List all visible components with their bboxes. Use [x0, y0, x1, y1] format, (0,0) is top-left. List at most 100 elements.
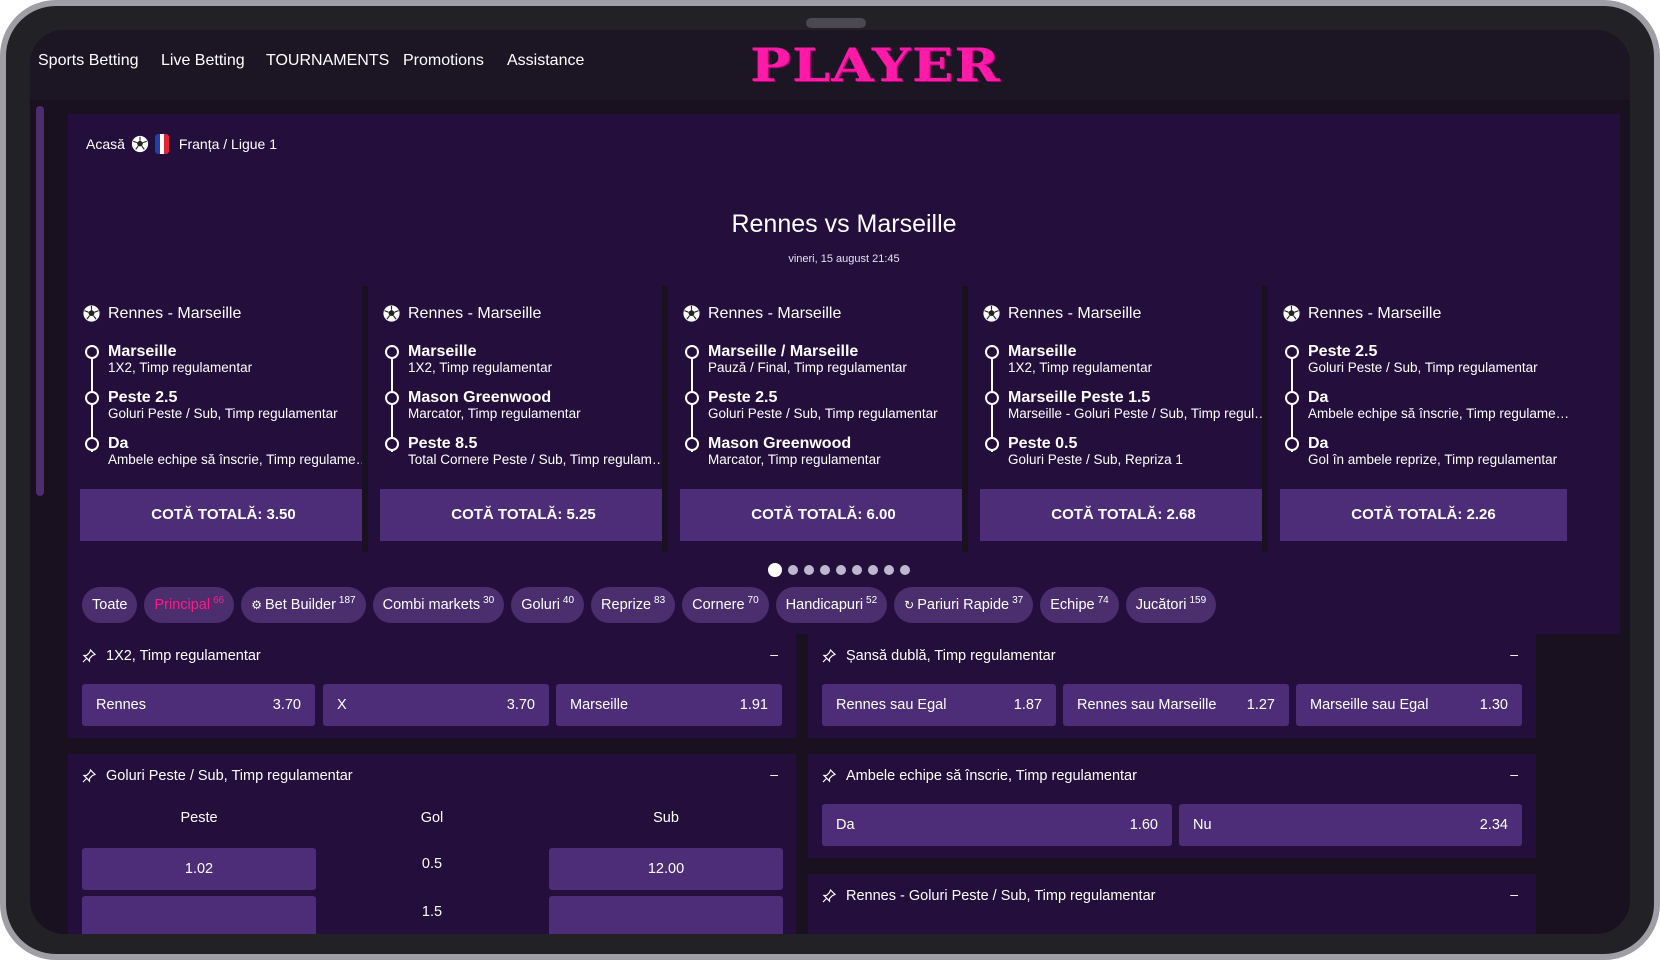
odd-button[interactable]: Rennes 3.70: [82, 684, 315, 726]
total-odds-button[interactable]: COTĂ TOTALĂ: 2.68: [980, 489, 1267, 541]
bet-slip-card[interactable]: Rennes - Marseille Marseille 1X2, Timp reg…: [68, 286, 378, 552]
selection-market: Ambele echipe să înscrie, Timp regulamen…: [1308, 406, 1570, 421]
odd-button[interactable]: Da 1.60: [822, 804, 1172, 846]
nav-assistance[interactable]: Assistance: [507, 52, 584, 70]
market-both-teams-score: Ambele echipe să înscrie, Timp regulamen…: [808, 754, 1536, 858]
selection-market: Goluri Peste / Sub, Repriza 1: [1008, 452, 1183, 467]
selection-market: Marcator, Timp regulamentar: [708, 452, 881, 467]
filter-count: 74: [1097, 594, 1109, 606]
odd-button[interactable]: Nu 2.34: [1179, 804, 1522, 846]
carousel-dot[interactable]: [900, 565, 910, 575]
filter-label: Cornere: [692, 597, 745, 613]
odd-value: 1.87: [1013, 697, 1042, 713]
france-flag-icon: [154, 134, 169, 154]
timeline-dot: [385, 437, 399, 451]
carousel-dot[interactable]: [804, 565, 814, 575]
selection-title: Da: [1308, 390, 1329, 406]
odd-button[interactable]: Marseille 1.91: [556, 684, 782, 726]
filter-tab-echipe[interactable]: Echipe 74: [1040, 587, 1119, 623]
market-title: 1X2, Timp regulamentar: [106, 648, 261, 664]
odd-button[interactable]: Rennes sau Marseille 1.27: [1063, 684, 1289, 726]
timeline-dot: [85, 437, 99, 451]
odd-button[interactable]: Marseille sau Egal 1.30: [1296, 684, 1522, 726]
odd-button-under[interactable]: [549, 896, 783, 934]
carousel-dot[interactable]: [868, 565, 878, 575]
match-title: Rennes vs Marseille: [731, 210, 957, 238]
carousel-dot[interactable]: [884, 565, 894, 575]
nav-sports-betting[interactable]: Sports Betting: [38, 52, 139, 70]
market-header[interactable]: Rennes - Goluri Peste / Sub, Timp regula…: [822, 888, 1155, 904]
carousel-dot[interactable]: [768, 563, 782, 577]
carousel-dot[interactable]: [852, 565, 862, 575]
slip-selection: Mason Greenwood Marcator, Timp regulament…: [708, 436, 970, 467]
bet-slip-card[interactable]: Rennes - Marseille Marseille / Marseille P…: [668, 286, 978, 552]
selection-market: Goluri Peste / Sub, Timp regulamentar: [708, 406, 938, 421]
bet-slip-card[interactable]: Rennes - Marseille Peste 2.5 Goluri Peste …: [1268, 286, 1578, 552]
selection-market: Goluri Peste / Sub, Timp regulamentar: [108, 406, 338, 421]
collapse-icon[interactable]: –: [770, 646, 778, 662]
odd-button[interactable]: Rennes sau Egal 1.87: [822, 684, 1056, 726]
timeline-dot: [385, 391, 399, 405]
filter-tab-handicapuri[interactable]: Handicapuri 52: [775, 587, 888, 623]
market-header[interactable]: 1X2, Timp regulamentar: [82, 648, 261, 664]
breadcrumb-home[interactable]: Acasă: [86, 136, 125, 152]
filter-tab-pariuri-rapide[interactable]: ↻ Pariuri Rapide 37: [894, 587, 1034, 623]
slip-selection: Da Gol în ambele reprize, Timp regulament…: [1308, 436, 1570, 467]
total-odds-button[interactable]: COTĂ TOTALĂ: 2.26: [1280, 489, 1567, 541]
sidebar-scroll-indicator[interactable]: [36, 106, 44, 496]
market-header[interactable]: Ambele echipe să înscrie, Timp regulamen…: [822, 768, 1137, 784]
filter-tab-principal[interactable]: Principal 66: [144, 587, 235, 623]
bet-slip-card[interactable]: Rennes - Marseille Marseille 1X2, Timp reg…: [968, 286, 1278, 552]
total-odds-button[interactable]: COTĂ TOTALĂ: 3.50: [80, 489, 367, 541]
odd-button-over[interactable]: 1.02: [82, 848, 316, 890]
selection-title: Mason Greenwood: [708, 436, 852, 452]
filter-count: 30: [483, 594, 495, 606]
suggested-bets-carousel[interactable]: Rennes - Marseille Marseille 1X2, Timp reg…: [68, 286, 1620, 552]
selection-market: Marcator, Timp regulamentar: [408, 406, 581, 421]
market-title: Goluri Peste / Sub, Timp regulamentar: [106, 768, 353, 784]
filter-tab-bet-builder[interactable]: ⚙ Bet Builder 187: [241, 587, 366, 623]
timeline-dot: [985, 391, 999, 405]
collapse-icon[interactable]: –: [1510, 766, 1518, 782]
filter-tab-cornere[interactable]: Cornere 70: [682, 587, 769, 623]
selection-market: Total Cornere Peste / Sub, Timp regulame…: [408, 452, 670, 467]
odd-button-over[interactable]: [82, 896, 316, 934]
market-1x2: 1X2, Timp regulamentar – Rennes 3.70 X 3.7…: [68, 634, 796, 738]
total-odds-button[interactable]: COTĂ TOTALĂ: 5.25: [380, 489, 667, 541]
pin-icon[interactable]: [822, 889, 836, 903]
filter-tab-combi-markets[interactable]: Combi markets 30: [372, 587, 505, 623]
timeline-dot: [685, 345, 699, 359]
collapse-icon[interactable]: –: [770, 766, 778, 782]
odd-button[interactable]: X 3.70: [323, 684, 549, 726]
market-header[interactable]: Goluri Peste / Sub, Timp regulamentar: [82, 768, 353, 784]
collapse-icon[interactable]: –: [1510, 646, 1518, 662]
pin-icon[interactable]: [822, 649, 836, 663]
filter-tab-toate[interactable]: Toate: [82, 587, 138, 623]
carousel-dot[interactable]: [836, 565, 846, 575]
breadcrumb-path[interactable]: Franța / Ligue 1: [179, 136, 277, 152]
bet-slip-card[interactable]: Rennes - Marseille Marseille 1X2, Timp reg…: [368, 286, 678, 552]
market-header[interactable]: Șansă dublă, Timp regulamentar: [822, 648, 1056, 664]
odd-value: 1.27: [1246, 697, 1275, 713]
slip-selection: Peste 2.5 Goluri Peste / Sub, Timp regula…: [108, 390, 370, 421]
selection-market: Ambele echipe să înscrie, Timp regulamen…: [108, 452, 370, 467]
total-odds-button[interactable]: COTĂ TOTALĂ: 6.00: [680, 489, 967, 541]
nav-tournaments[interactable]: TOURNAMENTS: [266, 52, 389, 70]
selection-title: Peste 2.5: [708, 390, 778, 406]
carousel-dot[interactable]: [820, 565, 830, 575]
nav-live-betting[interactable]: Live Betting: [161, 52, 245, 70]
filter-tab-reprize[interactable]: Reprize 83: [591, 587, 676, 623]
pin-icon[interactable]: [82, 769, 96, 783]
collapse-icon[interactable]: –: [1510, 886, 1518, 902]
pin-icon[interactable]: [822, 769, 836, 783]
nav-promotions[interactable]: Promotions: [403, 52, 484, 70]
selection-title: Marseille Peste 1.5: [1008, 390, 1151, 406]
slip-selection: Marseille 1X2, Timp regulamentar: [408, 344, 670, 375]
selection-title: Marseille: [408, 344, 477, 360]
pin-icon[interactable]: [82, 649, 96, 663]
filter-tab-goluri[interactable]: Goluri 40: [511, 587, 585, 623]
carousel-dot[interactable]: [788, 565, 798, 575]
odd-button-under[interactable]: 12.00: [549, 848, 783, 890]
brand-logo[interactable]: PLAYER: [750, 38, 1001, 92]
filter-tab-juc-tori[interactable]: Jucători 159: [1125, 587, 1217, 623]
